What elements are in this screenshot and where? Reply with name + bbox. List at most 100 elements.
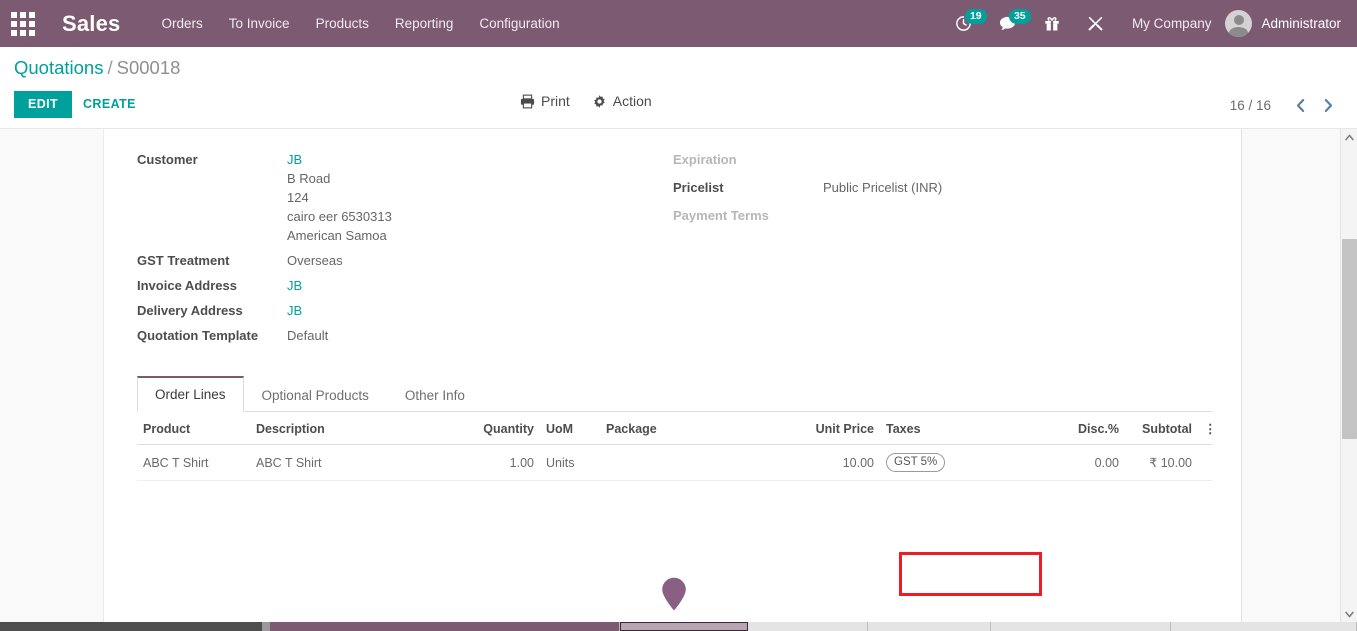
print-button[interactable]: Print xyxy=(520,93,570,109)
col-description: Description xyxy=(250,412,440,445)
breadcrumb-quotations[interactable]: Quotations xyxy=(14,57,103,78)
customer-address-line-4: American Samoa xyxy=(287,228,387,243)
activity-count-badge: 19 xyxy=(964,9,987,24)
taskbar-window-3[interactable] xyxy=(868,622,991,631)
activity-menu-button[interactable]: 19 xyxy=(942,0,987,47)
cell-package[interactable] xyxy=(600,444,770,481)
cell-row-options xyxy=(1198,444,1212,481)
gst-treatment-label: GST Treatment xyxy=(137,253,230,268)
order-notebook: Order Lines Optional Products Other Info… xyxy=(137,375,1217,481)
field-delivery-address: Delivery Address JB xyxy=(137,300,607,324)
column-options-icon[interactable]: ⋮ xyxy=(1198,412,1217,445)
developer-tools-button[interactable] xyxy=(1074,0,1118,47)
customer-address-line-3: cairo eer 6530313 xyxy=(287,209,392,224)
gift-icon xyxy=(1045,17,1059,31)
nav-item-configuration[interactable]: Configuration xyxy=(466,0,572,47)
field-quotation-template: Quotation Template Default xyxy=(137,325,607,349)
order-lines-header-row: Product Description Quantity UoM Package… xyxy=(137,412,1217,445)
taskbar-window-5[interactable] xyxy=(1171,622,1357,631)
cell-quantity[interactable]: 1.00 xyxy=(440,444,540,481)
tab-order-lines[interactable]: Order Lines xyxy=(137,376,244,412)
nav-item-orders[interactable]: Orders xyxy=(149,0,216,47)
cell-taxes[interactable]: GST 5% xyxy=(880,444,1000,481)
taskbar-divider xyxy=(262,622,270,631)
app-brand-sales[interactable]: Sales xyxy=(62,11,121,37)
breadcrumb-current-record: S00018 xyxy=(116,57,181,78)
gift-button[interactable] xyxy=(1030,0,1074,47)
pager-previous-button[interactable] xyxy=(1287,93,1313,117)
quotation-template-value[interactable]: Default xyxy=(287,325,328,345)
cell-uom[interactable]: Units xyxy=(540,444,600,481)
top-navbar: Sales Orders To Invoice Products Reporti… xyxy=(0,0,1357,47)
payment-terms-label: Payment Terms xyxy=(673,208,769,223)
cell-unit-price[interactable]: 10.00 xyxy=(770,444,880,481)
order-lines-table: Product Description Quantity UoM Package… xyxy=(137,412,1217,481)
scroll-down-arrow-icon[interactable] xyxy=(1341,606,1357,623)
delivery-address-value[interactable]: JB xyxy=(287,300,302,320)
col-package: Package xyxy=(600,412,770,445)
breadcrumb-separator: / xyxy=(107,57,113,78)
taskbar-window-2[interactable] xyxy=(748,622,868,631)
vertical-scrollbar[interactable] xyxy=(1340,129,1357,623)
field-pricelist: Pricelist Public Pricelist (INR) xyxy=(673,177,1143,201)
user-menu-button[interactable]: Administrator xyxy=(1225,10,1347,37)
nav-item-to-invoice[interactable]: To Invoice xyxy=(216,0,303,47)
notebook-tabs: Order Lines Optional Products Other Info xyxy=(137,375,1212,412)
customer-address-line-2: 124 xyxy=(287,190,309,205)
customer-value[interactable]: JB xyxy=(287,149,392,169)
cell-discount[interactable]: 0.00 xyxy=(1000,444,1125,481)
field-customer: Customer JB B Road 124 cairo eer 6530313… xyxy=(137,149,607,245)
tab-optional-products[interactable]: Optional Products xyxy=(244,377,387,412)
col-subtotal: Subtotal xyxy=(1125,412,1198,445)
avatar-icon xyxy=(1225,10,1253,37)
nav-item-reporting[interactable]: Reporting xyxy=(382,0,467,47)
table-row[interactable]: ABC T Shirt ABC T Shirt 1.00 Units 10.00… xyxy=(137,444,1212,481)
col-discount: Disc.% xyxy=(1000,412,1125,445)
company-switcher[interactable]: My Company xyxy=(1118,16,1226,31)
print-label: Print xyxy=(541,93,570,109)
chevron-left-icon xyxy=(1296,98,1304,112)
user-name-label: Administrator xyxy=(1261,16,1341,31)
mouse-cursor-pin xyxy=(662,577,686,611)
create-button[interactable]: CREATE xyxy=(71,91,148,118)
customer-address-line-1: B Road xyxy=(287,171,331,186)
scrollbar-thumb[interactable] xyxy=(1342,239,1357,439)
gear-icon xyxy=(594,94,605,108)
cell-product[interactable]: ABC T Shirt xyxy=(137,444,250,481)
nav-item-products[interactable]: Products xyxy=(303,0,382,47)
chevron-right-icon xyxy=(1324,98,1332,112)
invoice-address-label: Invoice Address xyxy=(137,278,237,293)
action-label: Action xyxy=(612,93,652,109)
action-button[interactable]: Action xyxy=(592,93,652,109)
gst-treatment-value[interactable]: Overseas xyxy=(287,250,343,270)
taskbar-window-4[interactable] xyxy=(991,622,1171,631)
taskbar-window-active[interactable] xyxy=(620,622,748,631)
pricelist-value[interactable]: Public Pricelist (INR) xyxy=(823,177,942,197)
col-product: Product xyxy=(137,412,250,445)
field-invoice-address: Invoice Address JB xyxy=(137,275,607,299)
field-expiration: Expiration xyxy=(673,149,1143,173)
form-group-customer: Customer JB B Road 124 cairo eer 6530313… xyxy=(137,149,607,350)
messaging-menu-button[interactable]: 35 xyxy=(986,0,1031,47)
scroll-up-arrow-icon[interactable] xyxy=(1341,129,1357,146)
quotation-form-sheet: Customer JB B Road 124 cairo eer 6530313… xyxy=(103,129,1242,623)
navbar-right-section: 19 35 My Company Administrator xyxy=(942,0,1357,47)
pricelist-label: Pricelist xyxy=(673,180,724,195)
taskbar-window-1[interactable] xyxy=(270,622,620,631)
col-quantity: Quantity xyxy=(440,412,540,445)
quotation-template-label: Quotation Template xyxy=(137,328,259,343)
taskbar-start-region[interactable] xyxy=(0,622,262,631)
expiration-label: Expiration xyxy=(673,152,737,167)
form-group-order-info: Expiration Pricelist Public Pricelist (I… xyxy=(673,149,1143,230)
col-taxes: Taxes xyxy=(880,412,1000,445)
pager: 16 / 16 xyxy=(1230,93,1341,117)
customer-label: Customer xyxy=(137,152,198,167)
breadcrumb: Quotations / S00018 xyxy=(14,57,180,79)
messages-count-badge: 35 xyxy=(1008,9,1031,24)
cell-description[interactable]: ABC T Shirt xyxy=(250,444,440,481)
tab-other-info[interactable]: Other Info xyxy=(387,377,483,412)
pager-next-button[interactable] xyxy=(1315,93,1341,117)
invoice-address-value[interactable]: JB xyxy=(287,275,302,295)
apps-menu-button[interactable] xyxy=(0,0,46,47)
edit-button[interactable]: EDIT xyxy=(14,91,73,118)
